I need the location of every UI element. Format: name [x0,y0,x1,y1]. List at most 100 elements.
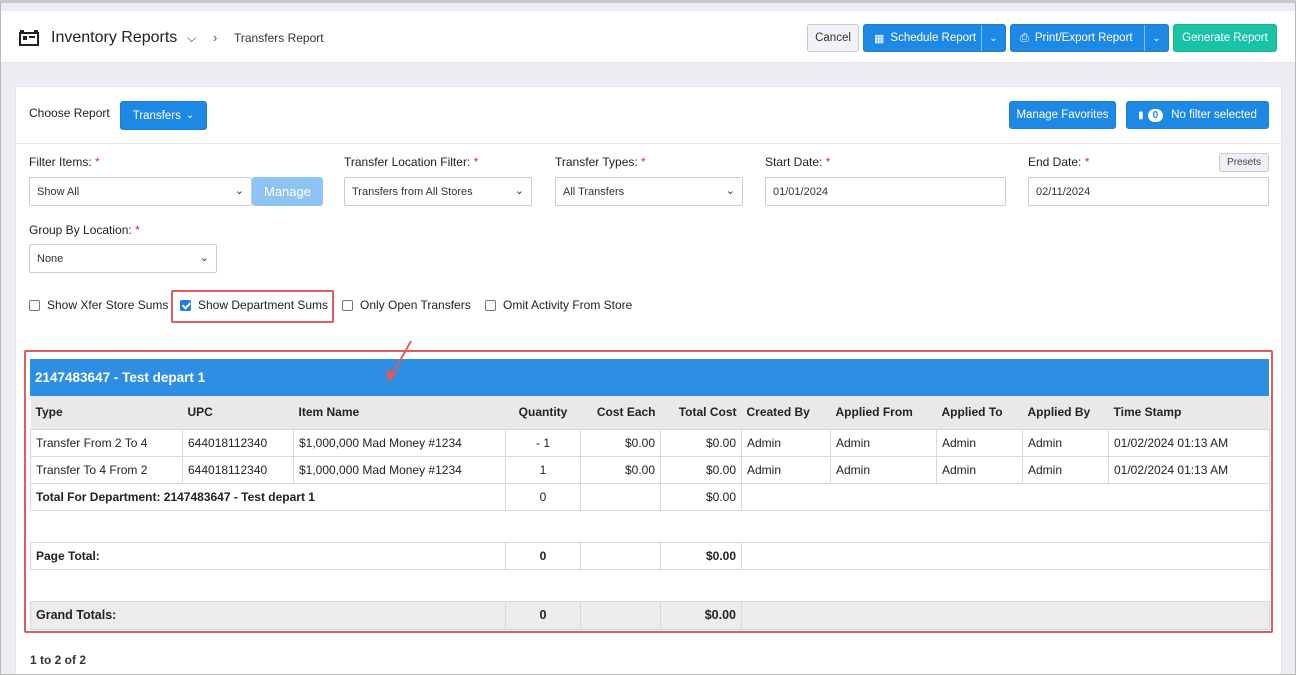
grand-total-row: Grand Totals: 0 $0.00 [30,600,1270,630]
schedule-report-button[interactable]: ▦ Schedule Report ⌄ [863,24,1006,52]
pagination-summary: 1 to 2 of 2 [30,653,87,667]
cell [580,541,661,570]
filter-items-select[interactable]: Show All ⌄ [29,177,252,206]
filter-count-badge: 0 [1147,108,1164,122]
cell: Admin [741,428,831,457]
cell: 01/02/2024 01:13 AM [1108,428,1270,457]
schedule-dropdown-chevron-icon[interactable]: ⌄ [981,25,1005,51]
cell [580,600,661,630]
grand-total-qty: 0 [505,600,581,630]
cell: - 1 [505,428,581,457]
cell [580,482,661,511]
presets-button[interactable]: Presets [1219,153,1269,172]
spacer-row [30,568,1270,602]
column-header[interactable]: Created By [741,396,831,430]
page-total-qty: 0 [505,541,581,570]
cell: Admin [936,455,1023,484]
department-total-label: Total For Department: 2147483647 - Test … [30,482,506,511]
checkbox[interactable] [342,299,353,311]
manage-favorites-button[interactable]: Manage Favorites [1009,101,1116,129]
column-header[interactable]: Quantity [505,396,581,430]
column-header[interactable]: Cost Each [580,396,661,430]
report-card: Choose Report Transfers ⌄ Manage Favorit… [15,86,1282,674]
chevron-down-icon[interactable]: ⌵ [187,31,196,46]
cell: $0.00 [660,455,742,484]
start-date-field[interactable]: 01/01/2024 [765,177,1006,206]
report-table-wrapper: 2147483647 - Test depart 1 Type UPC Item… [30,359,1270,630]
column-header[interactable]: UPC [182,396,294,430]
app-frame: Inventory Reports ⌵ › Transfers Report C… [0,0,1296,675]
column-header[interactable]: Total Cost [660,396,742,430]
end-date-field[interactable]: 02/11/2024 [1028,177,1269,206]
checkbox-checked[interactable] [180,299,191,311]
transfer-types-value: All Transfers [563,185,625,198]
end-date-label: End Date: * [1028,155,1090,169]
chevron-down-icon: ⌄ [725,185,735,197]
chevron-down-icon: ⌄ [185,110,195,121]
group-by-location-value: None [37,252,64,265]
option-only-open-transfers[interactable]: Only Open Transfers [342,298,471,312]
chevron-down-icon: ⌄ [514,185,524,197]
filter-status-button[interactable]: ▮ 0 No filter selected [1126,101,1269,129]
print-dropdown-chevron-icon[interactable]: ⌄ [1144,25,1168,51]
filter-status-label: No filter selected [1171,109,1257,121]
transfer-types-label: Transfer Types: * [555,155,646,169]
print-export-button[interactable]: ⎙ Print/Export Report ⌄ [1010,24,1169,52]
cell: $0.00 [660,428,742,457]
cell: $1,000,000 Mad Money #1234 [293,455,506,484]
top-bar: Inventory Reports ⌵ › Transfers Report C… [1,11,1295,63]
cell: Admin [936,428,1023,457]
cell: Admin [830,455,937,484]
cell: 01/02/2024 01:13 AM [1108,455,1270,484]
column-header[interactable]: Time Stamp [1108,396,1270,430]
grand-total-cost: $0.00 [660,600,742,630]
option-show-department-sums[interactable]: Show Department Sums [180,298,328,312]
option-label: Omit Activity From Store [503,298,633,312]
location-filter-label: Transfer Location Filter: * [344,155,479,169]
location-filter-select[interactable]: Transfers from All Stores ⌄ [344,177,532,206]
column-header[interactable]: Applied From [830,396,937,430]
cell: Transfer To 4 From 2 [30,455,183,484]
group-by-location-label: Group By Location: * [29,223,140,237]
cell: 1 [505,455,581,484]
print-export-label: Print/Export Report [1034,32,1133,44]
column-header[interactable]: Applied To [936,396,1023,430]
cell: 644018112340 [182,455,294,484]
page-title: Inventory Reports [51,29,178,46]
option-omit-activity-from-store[interactable]: Omit Activity From Store [485,298,632,312]
cell: Admin [741,455,831,484]
page-total-row: Page Total: 0 $0.00 [30,541,1270,570]
cell [741,482,1270,511]
option-label: Show Xfer Store Sums [47,298,169,312]
page-total-label: Page Total: [30,541,506,570]
cell: $1,000,000 Mad Money #1234 [293,428,506,457]
spacer-row [30,509,1270,543]
column-header[interactable]: Item Name [293,396,506,430]
cell [741,541,1270,570]
option-show-xfer-store-sums[interactable]: Show Xfer Store Sums [29,298,168,312]
checkbox[interactable] [29,299,40,311]
column-header[interactable]: Type [30,396,183,430]
filter-icon: ▮ [1138,109,1144,121]
chevron-down-icon: ⌄ [234,185,244,197]
generate-report-button[interactable]: Generate Report [1173,24,1277,52]
chevron-down-icon: ⌄ [199,252,209,264]
group-by-location-select[interactable]: None ⌄ [29,244,217,273]
department-total-row: Total For Department: 2147483647 - Test … [30,482,1270,511]
transfer-types-select[interactable]: All Transfers ⌄ [555,177,743,206]
schedule-report-label: Schedule Report [890,32,977,44]
location-filter-value: Transfers from All Stores [352,185,473,198]
start-date-label: Start Date: * [765,155,831,169]
grand-total-label: Grand Totals: [30,600,506,630]
checkbox[interactable] [485,299,496,311]
choose-report-dropdown[interactable]: Transfers ⌄ [120,101,207,130]
option-label: Only Open Transfers [360,298,471,312]
calendar-icon: ▦ [874,32,885,45]
manage-button[interactable]: Manage [252,177,323,206]
cell: 644018112340 [182,428,294,457]
table-header-row: Type UPC Item Name Quantity Cost Each To… [30,396,1270,430]
breadcrumb-chevron-icon: › [213,30,218,45]
choose-report-value: Transfers [132,109,181,122]
column-header[interactable]: Applied By [1022,396,1109,430]
cancel-button[interactable]: Cancel [807,24,859,52]
